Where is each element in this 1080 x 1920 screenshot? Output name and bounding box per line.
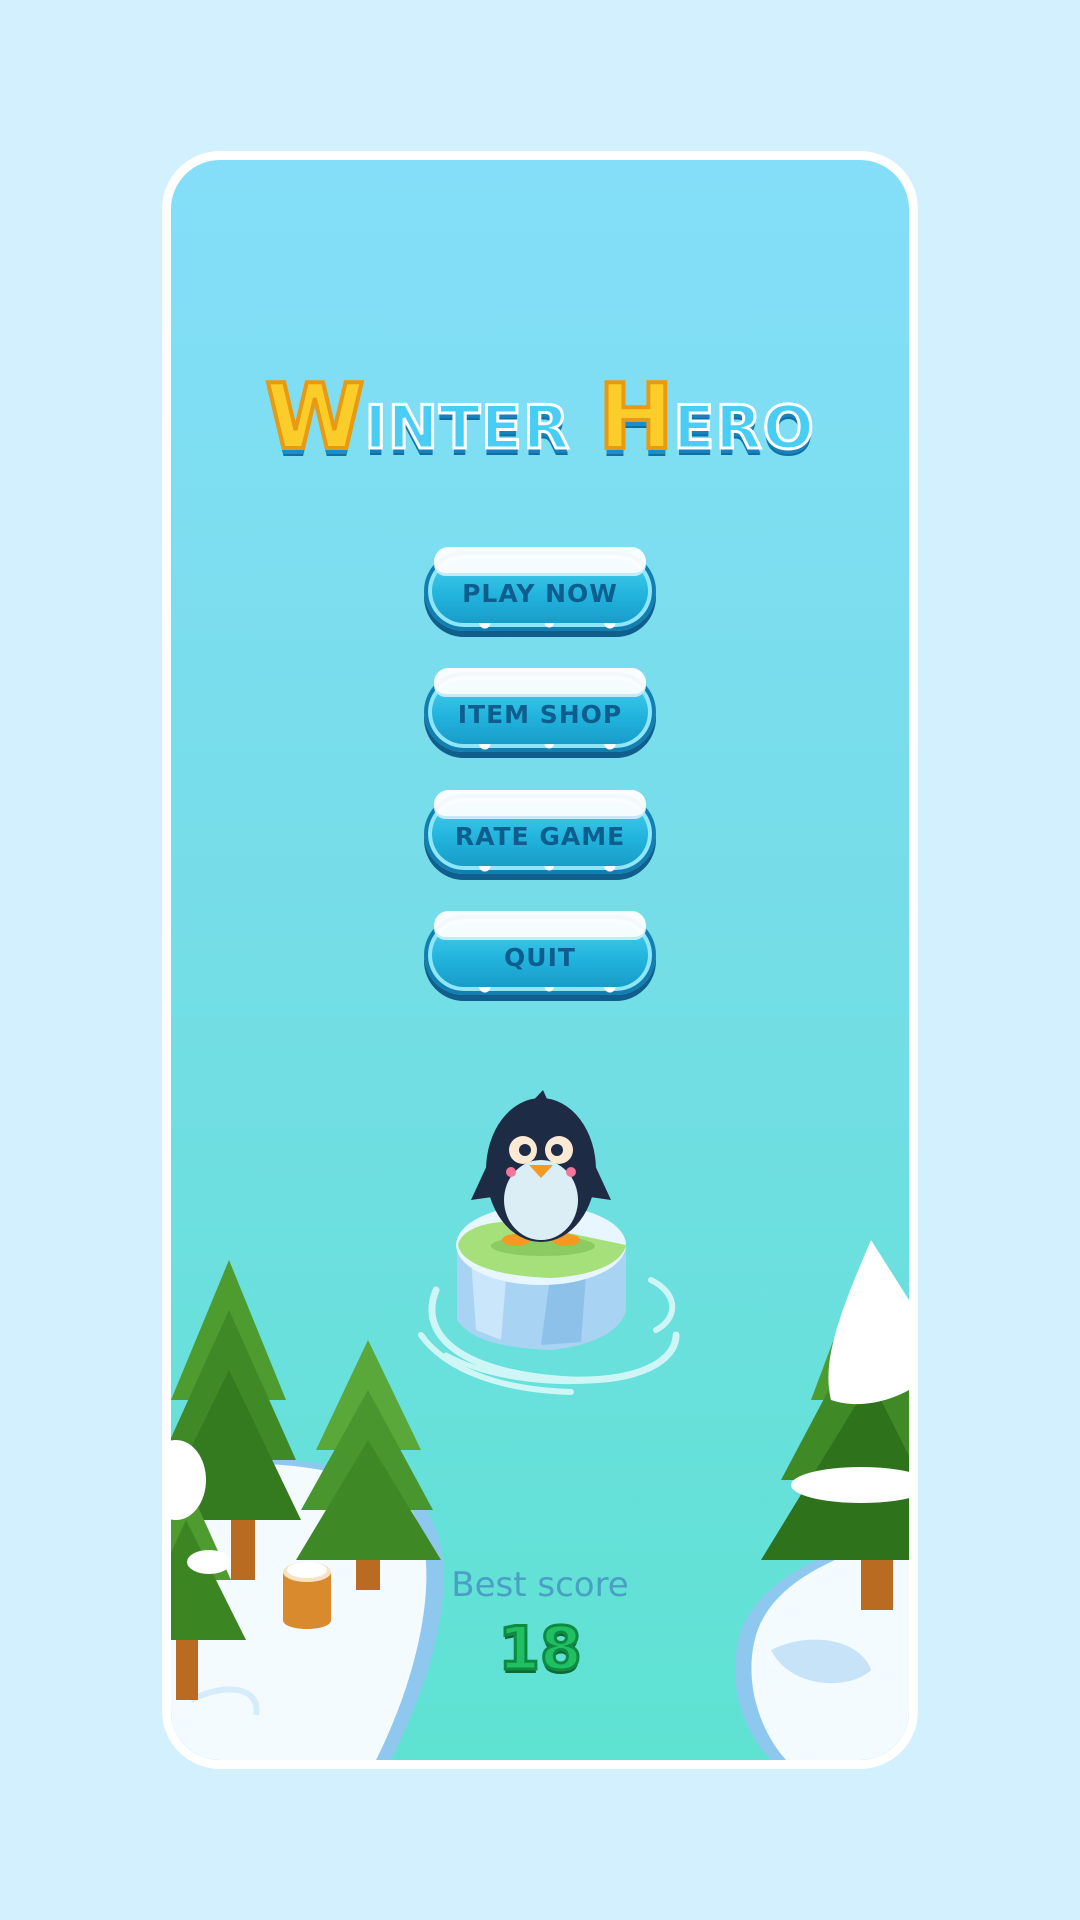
title-cap-h: H bbox=[596, 363, 675, 472]
game-title-logo: WINTER HERO bbox=[171, 363, 909, 472]
title-rest-ero: ERO bbox=[672, 392, 815, 465]
best-score-label: Best score bbox=[451, 1565, 629, 1605]
rate-game-label: RATE GAME bbox=[454, 821, 626, 851]
title-cap-w: W bbox=[263, 363, 366, 472]
play-now-label: PLAY NOW bbox=[462, 578, 618, 608]
item-shop-label: ITEM SHOP bbox=[457, 699, 623, 729]
rate-game-button[interactable]: RATE GAME bbox=[424, 790, 656, 880]
title-word-winter: WINTER bbox=[263, 363, 571, 472]
item-shop-button[interactable]: ITEM SHOP bbox=[424, 668, 656, 758]
title-word-hero: HERO bbox=[596, 363, 815, 472]
best-score-value: 18 bbox=[497, 1613, 584, 1686]
quit-button[interactable]: QUIT bbox=[424, 911, 656, 1001]
quit-label: QUIT bbox=[504, 942, 576, 972]
game-screen: WINTER HERO PLAY NOW ITEM SHOP RATE GAME … bbox=[162, 151, 918, 1769]
play-now-button[interactable]: PLAY NOW bbox=[424, 547, 656, 637]
right-pine-tree bbox=[761, 1240, 909, 1610]
title-rest-inter: INTER bbox=[363, 392, 571, 465]
